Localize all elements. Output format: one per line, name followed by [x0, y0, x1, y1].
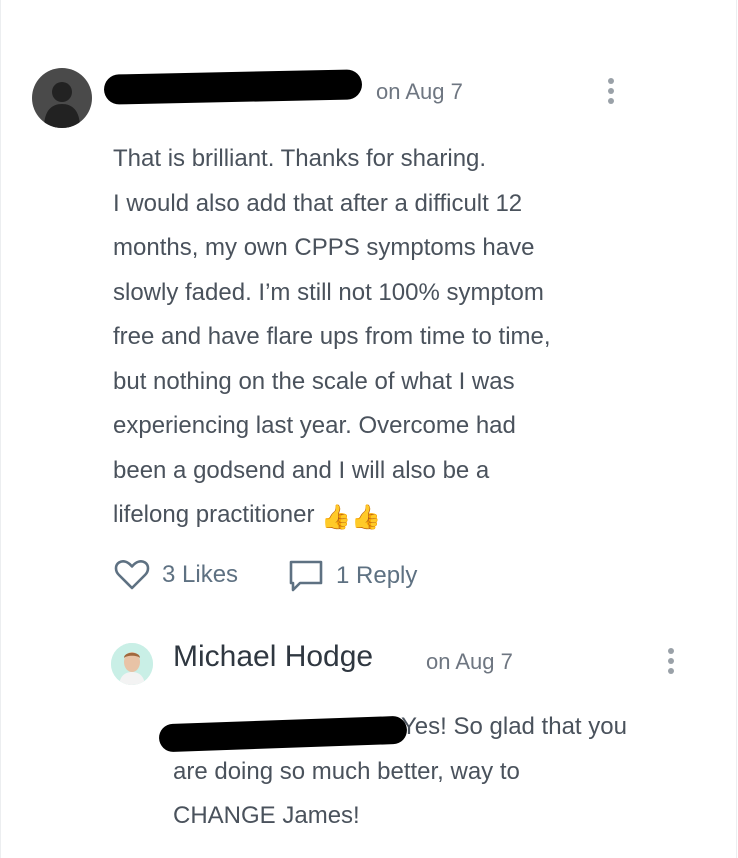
reply-line: CHANGE James! [173, 802, 360, 829]
author-photo-icon [111, 643, 153, 685]
reply-line: Yes! So glad that you [158, 705, 693, 753]
redacted-commenter-name [103, 69, 363, 105]
thumbs-up-emoji: 👍👍 [321, 504, 381, 531]
speech-bubble-icon [289, 560, 323, 592]
redacted-mention[interactable] [158, 710, 408, 753]
comment-line: free and have flare ups from time to tim… [113, 323, 551, 350]
comment-line: been a godsend and I will also be a [113, 456, 490, 484]
mention-redaction [158, 715, 408, 753]
reply-author-name[interactable]: Michael Hodge [173, 640, 373, 674]
reply-count: 1 Reply [336, 562, 418, 589]
reply-line: are doing so much better, way to [173, 757, 520, 785]
heart-icon [114, 560, 150, 590]
default-user-icon [44, 82, 80, 128]
more-vertical-icon[interactable] [668, 648, 676, 678]
comment-timestamp: on Aug 7 [376, 79, 463, 104]
like-button[interactable]: 3 Likes [114, 559, 238, 591]
reply-body: Yes! So glad that you are doing so much … [158, 705, 693, 839]
comment-line: I would also add that after a difficult … [113, 189, 523, 217]
comment-line: experiencing last year. Overcome had [113, 412, 516, 439]
commenter-avatar[interactable] [32, 68, 92, 128]
reply-line-text: Yes! So glad that you [401, 713, 627, 740]
comment-line: but nothing on the scale of what I was [113, 367, 515, 395]
reply-timestamp: on Aug 7 [426, 649, 513, 674]
reply-author-avatar[interactable] [111, 643, 153, 685]
reply-button[interactable]: 1 Reply [288, 559, 417, 593]
comment-line: That is brilliant. Thanks for sharing. [113, 145, 487, 172]
comment-line: slowly faded. I’m still not 100% symptom [113, 278, 544, 306]
comment-line: lifelong practitioner [113, 501, 315, 528]
likes-count: 3 Likes [162, 561, 239, 588]
comment-line-last: lifelong practitioner 👍👍 [113, 493, 673, 541]
comment-line: months, my own CPPS symptoms have [113, 234, 535, 261]
comment-body: That is brilliant. Thanks for sharing. I… [113, 137, 673, 541]
more-vertical-icon[interactable] [608, 78, 616, 108]
